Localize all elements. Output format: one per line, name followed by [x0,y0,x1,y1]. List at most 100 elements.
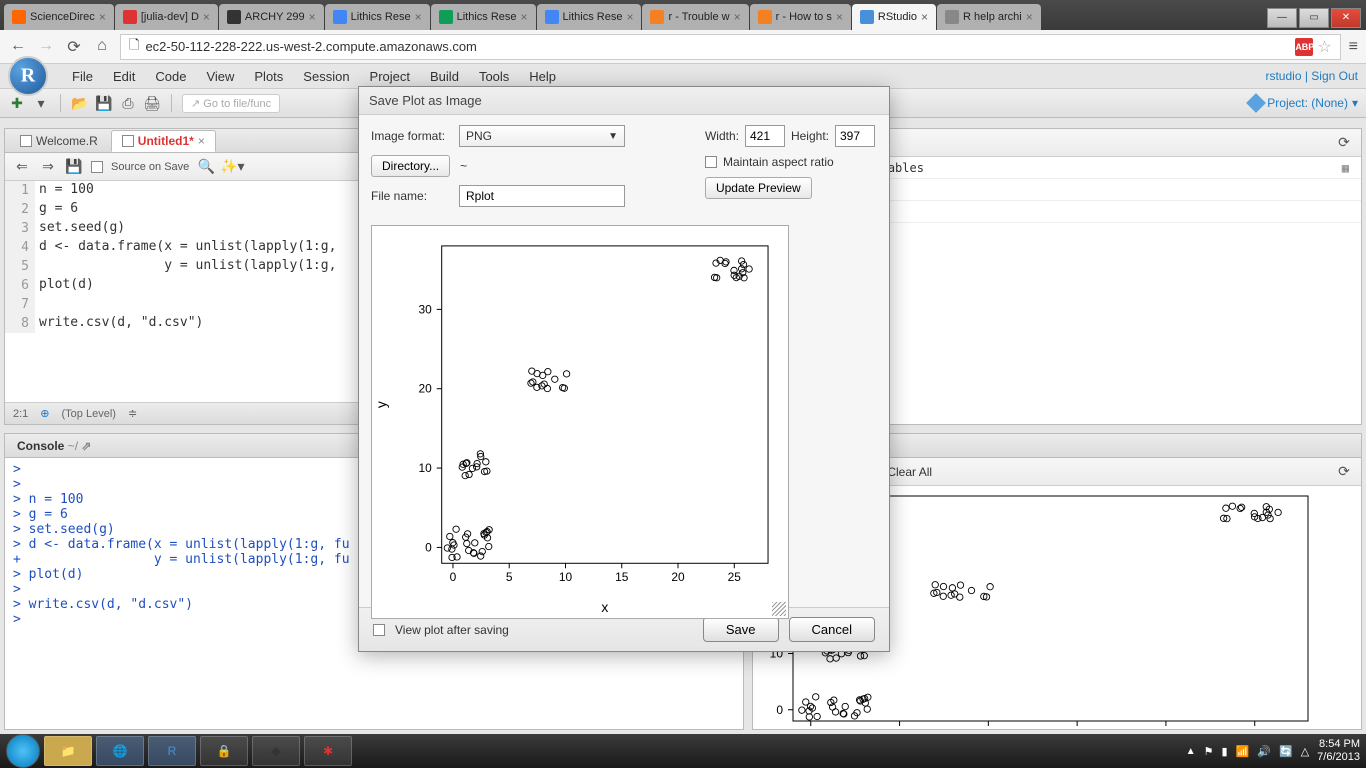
menu-file[interactable]: File [64,65,101,88]
table-icon[interactable]: ▦ [1342,161,1349,175]
menu-tools[interactable]: Tools [471,65,517,88]
network-icon[interactable]: ▮ [1222,745,1228,758]
sync-icon[interactable]: 🔄 [1279,745,1293,758]
close-icon[interactable]: × [203,10,210,24]
menu-build[interactable]: Build [422,65,467,88]
image-format-select[interactable]: PNG▼ [459,125,625,147]
menu-plots[interactable]: Plots [246,65,291,88]
save-source-icon[interactable]: 💾 [65,158,83,176]
close-icon[interactable]: × [626,10,633,24]
height-label: Height: [791,129,829,143]
menu-help[interactable]: Help [521,65,564,88]
clock[interactable]: 8:54 PM 7/6/2013 [1317,738,1360,764]
bookmark-star-icon[interactable]: ☆ [1317,37,1331,57]
browser-tab-0[interactable]: ScienceDirec× [4,4,114,30]
close-icon[interactable]: × [836,10,843,24]
save-button[interactable]: Save [703,617,779,642]
close-icon[interactable]: × [921,10,928,24]
volume-icon[interactable]: 🔊 [1257,745,1271,758]
save-icon[interactable]: 💾 [95,94,113,112]
drive-icon[interactable]: △ [1301,745,1309,758]
browser-tab-3[interactable]: Lithics Rese× [325,4,430,30]
browser-menu-icon[interactable]: ≡ [1349,38,1358,56]
home-button[interactable]: ⌂ [92,37,112,57]
source-tab-welcome[interactable]: Welcome.R [9,130,109,152]
new-project-icon[interactable]: ▾ [32,94,50,112]
browser-tab-5[interactable]: Lithics Rese× [537,4,642,30]
browser-tab-9[interactable]: R help archi× [937,4,1041,30]
open-file-icon[interactable]: 📂 [71,94,89,112]
wifi-icon[interactable]: 📶 [1236,745,1250,758]
filename-input[interactable] [459,185,625,207]
forward-button[interactable]: → [36,37,56,57]
cancel-button[interactable]: Cancel [789,617,875,642]
browser-tab-7[interactable]: r - How to s× [750,4,851,30]
flag-icon[interactable]: ⚑ [1204,745,1214,758]
close-icon[interactable]: × [309,10,316,24]
find-icon[interactable]: 🔍 [197,158,215,176]
wand-icon[interactable]: ✨▾ [223,158,241,176]
task-rstudio[interactable]: R [148,736,196,766]
back-button[interactable]: ← [8,37,28,57]
minimize-button[interactable]: — [1267,8,1297,28]
svg-text:10: 10 [559,570,573,584]
svg-text:15: 15 [1070,728,1084,730]
aspect-checkbox[interactable] [705,156,717,168]
new-file-icon[interactable]: ✚ [8,94,26,112]
menu-code[interactable]: Code [147,65,194,88]
start-button[interactable] [6,734,40,768]
print-icon[interactable]: 🖨 [143,94,161,112]
svg-text:15: 15 [615,570,629,584]
rstudio-menubar: File Edit Code View Plots Session Projec… [0,64,1366,88]
scope-indicator[interactable]: (Top Level) [62,408,116,420]
browser-tab-2[interactable]: ARCHY 299× [219,4,324,30]
source-on-save-label: Source on Save [111,161,189,173]
menu-session[interactable]: Session [295,65,357,88]
svg-text:10: 10 [418,461,432,475]
tray-more-icon[interactable]: ▲ [1186,746,1196,757]
save-all-icon[interactable]: ⎙ [119,94,137,112]
source-on-save-checkbox[interactable] [91,161,103,173]
url-text: ec2-50-112-228-222.us-west-2.compute.ama… [145,39,476,54]
close-icon[interactable]: × [734,10,741,24]
task-app2[interactable]: ◆ [252,736,300,766]
close-icon[interactable]: × [521,10,528,24]
menu-edit[interactable]: Edit [105,65,143,88]
browser-tab-1[interactable]: [julia-dev] D× [115,4,218,30]
close-button[interactable]: ✕ [1331,8,1361,28]
task-explorer[interactable]: 📁 [44,736,92,766]
close-icon[interactable]: × [99,10,106,24]
browser-toolbar: ← → ⟳ ⌂ 🗋 ec2-50-112-228-222.us-west-2.c… [0,30,1366,64]
menu-view[interactable]: View [198,65,242,88]
resize-grip[interactable] [772,602,786,616]
menu-project[interactable]: Project [362,65,418,88]
view-after-checkbox[interactable] [373,624,385,636]
browser-tab-6[interactable]: r - Trouble w× [642,4,748,30]
doc-icon [20,135,32,147]
goto-file-input[interactable]: ↗ Go to file/func [182,94,280,113]
address-bar[interactable]: 🗋 ec2-50-112-228-222.us-west-2.compute.a… [120,34,1341,60]
browser-tab-8[interactable]: RStudio× [852,4,936,30]
refresh-plot-icon[interactable]: ⟳ [1335,463,1353,481]
abp-icon[interactable]: ABP [1295,38,1313,56]
cursor-position: 2:1 [13,408,28,420]
task-chrome[interactable]: 🌐 [96,736,144,766]
source-tab-untitled[interactable]: Untitled1* × [111,130,216,152]
reload-button[interactable]: ⟳ [64,37,84,57]
aspect-label: Maintain aspect ratio [723,155,834,169]
directory-button[interactable]: Directory... [371,155,450,177]
task-app3[interactable]: ✱ [304,736,352,766]
task-app1[interactable]: 🔒 [200,736,248,766]
fwd-nav-icon[interactable]: ⇒ [39,158,57,176]
update-preview-button[interactable]: Update Preview [705,177,812,199]
maximize-button[interactable]: ▭ [1299,8,1329,28]
refresh-env-icon[interactable]: ⟳ [1335,134,1353,152]
width-input[interactable] [745,125,785,147]
close-icon[interactable]: × [1026,10,1033,24]
back-nav-icon[interactable]: ⇐ [13,158,31,176]
project-menu[interactable]: Project: (None) ▾ [1249,96,1358,110]
close-icon[interactable]: × [415,10,422,24]
browser-tab-4[interactable]: Lithics Rese× [431,4,536,30]
height-input[interactable] [835,125,875,147]
signout-link[interactable]: Sign Out [1311,69,1358,83]
